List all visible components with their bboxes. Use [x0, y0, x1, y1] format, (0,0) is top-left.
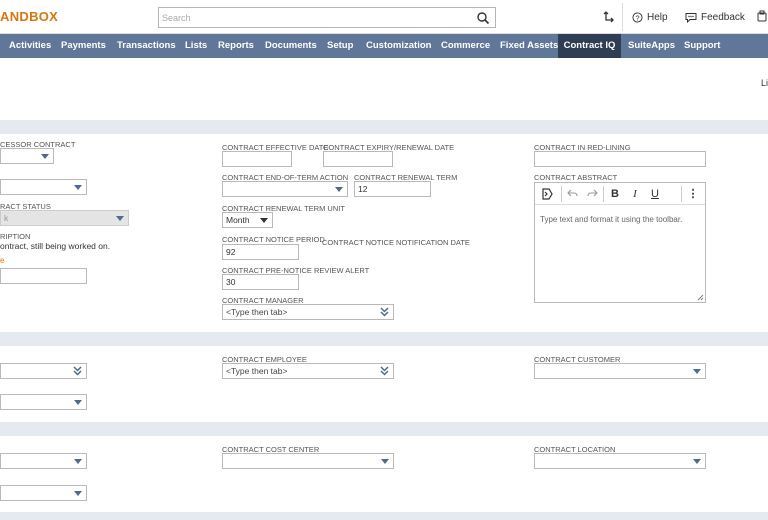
contract-customer-select[interactable] — [534, 363, 706, 379]
nav-transactions[interactable]: Transactions — [117, 34, 176, 58]
notice-notification-label: CONTRACT NOTICE NOTIFICATION DATE — [322, 238, 470, 247]
nav-payments[interactable]: Payments — [61, 34, 106, 58]
svg-text:?: ? — [635, 13, 639, 22]
nav-customization[interactable]: Customization — [366, 34, 431, 58]
nav-support[interactable]: Support — [684, 34, 720, 58]
form-multiselect-1[interactable] — [0, 363, 87, 379]
notice-period-label: CONTRACT NOTICE PERIOD — [222, 235, 325, 244]
effective-date-input[interactable] — [222, 151, 292, 167]
form-select-3[interactable] — [0, 453, 87, 469]
dropdown-arrow-icon — [74, 459, 82, 464]
form-select-2[interactable] — [0, 394, 87, 410]
dropdown-arrow-icon — [260, 218, 268, 223]
abstract-label: CONTRACT ABSTRACT — [534, 173, 618, 182]
contract-location-select[interactable] — [534, 453, 706, 469]
recent-records-icon[interactable] — [602, 10, 616, 24]
nav-reports[interactable]: Reports — [218, 34, 254, 58]
dropdown-arrow-icon — [693, 369, 701, 374]
header-divider — [622, 3, 623, 31]
brand-logo[interactable]: ANDBOX — [0, 9, 58, 24]
dropdown-arrow-icon — [41, 154, 49, 159]
help-icon: ? — [632, 11, 643, 23]
italic-button[interactable]: I — [629, 187, 641, 201]
section-header-bottom[interactable] — [0, 512, 768, 520]
nav-documents[interactable]: Documents — [265, 34, 317, 58]
top-bar: ANDBOX ? Help Feedback — [0, 0, 768, 34]
form-select-4[interactable] — [0, 485, 87, 501]
feedback-icon — [685, 12, 697, 23]
nav-lists[interactable]: Lists — [185, 34, 207, 58]
form-select-1[interactable] — [0, 179, 87, 195]
underline-button[interactable]: U — [649, 187, 661, 201]
renewal-unit-select[interactable]: Month — [222, 212, 273, 228]
contract-employee-placeholder: <Type then tab> — [226, 366, 288, 376]
double-chevron-down-icon[interactable] — [73, 366, 82, 376]
notice-period-input[interactable]: 92 — [222, 244, 299, 260]
toolbar-separator — [603, 186, 604, 202]
dropdown-arrow-icon — [116, 216, 124, 221]
toolbar-separator — [561, 186, 562, 202]
description-label: RIPTION — [0, 232, 31, 241]
dropdown-arrow-icon — [74, 185, 82, 190]
contract-status-select: k — [0, 210, 129, 226]
help-link[interactable]: ? Help — [632, 8, 668, 26]
expiry-date-input[interactable] — [323, 151, 393, 167]
nav-setup[interactable]: Setup — [327, 34, 353, 58]
nav-activities[interactable]: Activities — [9, 34, 51, 58]
dropdown-arrow-icon — [693, 459, 701, 464]
dropdown-arrow-icon — [381, 459, 389, 464]
nav-commerce[interactable]: Commerce — [441, 34, 490, 58]
nav-suiteapps[interactable]: SuiteApps — [628, 34, 675, 58]
redlining-input[interactable] — [534, 151, 706, 167]
predecessor-contract-select[interactable] — [0, 148, 54, 164]
renewal-unit-value: Month — [226, 215, 250, 225]
section-header-tertiary[interactable] — [0, 422, 768, 436]
redo-icon[interactable] — [587, 189, 598, 199]
more-link[interactable]: e — [0, 256, 4, 265]
dropdown-arrow-icon — [335, 187, 343, 192]
form-input-1[interactable] — [0, 268, 87, 284]
resize-handle-icon[interactable] — [697, 294, 704, 301]
contract-manager-input[interactable]: <Type then tab> — [222, 304, 394, 320]
renewal-term-input[interactable]: 12 — [354, 181, 431, 197]
main-navigation: Activities Payments Transactions Lists R… — [0, 34, 768, 58]
search-icon[interactable] — [476, 11, 490, 25]
contract-manager-placeholder: <Type then tab> — [226, 307, 288, 317]
pre-notice-input[interactable]: 30 — [222, 274, 299, 290]
feedback-link[interactable]: Feedback — [685, 8, 745, 26]
double-chevron-down-icon[interactable] — [380, 307, 389, 317]
cost-center-select[interactable] — [222, 453, 394, 469]
global-search[interactable] — [158, 7, 496, 28]
more-options-button[interactable]: ⋮ — [687, 187, 699, 201]
dropdown-arrow-icon — [74, 491, 82, 496]
section-header-secondary[interactable] — [0, 332, 768, 346]
undo-icon[interactable] — [567, 189, 578, 199]
bold-button[interactable]: B — [609, 187, 621, 201]
contract-status-value: k — [4, 213, 9, 223]
contract-employee-input[interactable]: <Type then tab> — [222, 363, 394, 379]
abstract-editor[interactable]: B I U ⋮ Type text and format it using th… — [534, 182, 706, 303]
cropped-header-link[interactable]: Li — [761, 78, 768, 88]
feedback-label: Feedback — [701, 11, 745, 23]
end-of-term-select[interactable] — [222, 181, 348, 197]
abstract-placeholder: Type text and format it using the toolba… — [540, 215, 683, 224]
dropdown-arrow-icon — [74, 400, 82, 405]
toolbar-separator — [681, 186, 682, 202]
nav-fixed-assets[interactable]: Fixed Assets — [500, 34, 558, 58]
section-header-primary[interactable] — [0, 120, 768, 134]
description-value: ontract, still being worked on. — [0, 241, 111, 251]
editor-toolbar: B I U ⋮ — [535, 183, 705, 205]
search-input[interactable] — [159, 8, 459, 28]
double-chevron-down-icon[interactable] — [380, 366, 389, 376]
nav-contract-iq[interactable]: Contract IQ — [558, 34, 621, 58]
settings-icon[interactable] — [757, 10, 768, 23]
ai-assist-icon[interactable] — [540, 187, 554, 201]
help-label: Help — [647, 11, 668, 23]
